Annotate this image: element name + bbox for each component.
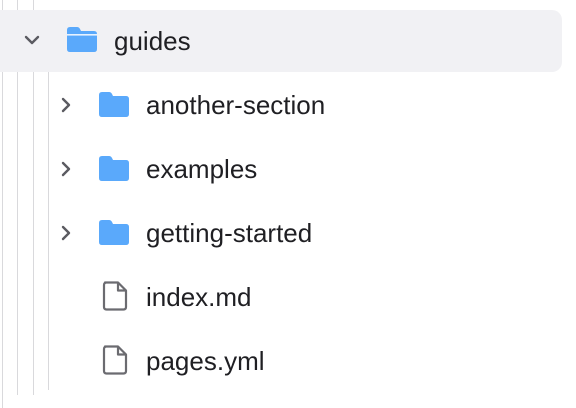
tree-row-getting-started[interactable]: getting-started <box>0 201 562 265</box>
tree-row-another-section[interactable]: another-section <box>0 73 562 137</box>
tree-row-pages-yml[interactable]: pages.yml <box>0 329 562 393</box>
folder-icon <box>97 154 131 182</box>
tree-row-guides[interactable]: guides <box>0 10 562 72</box>
folder-icon <box>97 90 131 118</box>
tree-row-label: examples <box>146 154 258 184</box>
tree-row-index-md[interactable]: index.md <box>0 265 562 329</box>
chevron-right-icon[interactable] <box>56 159 76 179</box>
chevron-down-icon[interactable] <box>22 30 42 50</box>
file-icon <box>101 280 129 312</box>
tree-row-label: getting-started <box>146 218 313 248</box>
tree-row-label: guides <box>114 26 191 56</box>
chevron-right-icon[interactable] <box>56 95 76 115</box>
tree-row-examples[interactable]: examples <box>0 137 562 201</box>
tree-row-label: index.md <box>146 282 252 312</box>
file-tree: guides another-section examples getting-… <box>0 0 576 408</box>
tree-row-label: pages.yml <box>146 346 265 376</box>
file-icon <box>101 344 129 376</box>
folder-open-icon <box>65 25 99 53</box>
chevron-right-icon[interactable] <box>56 223 76 243</box>
tree-row-label: another-section <box>146 90 326 120</box>
folder-icon <box>97 218 131 246</box>
